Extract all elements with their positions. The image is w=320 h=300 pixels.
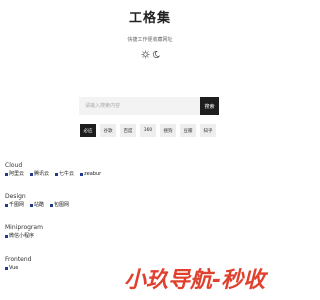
link-section: Frontend Vue [5,256,31,272]
engine-tab[interactable]: 必应 [80,124,96,137]
moon-icon[interactable] [152,50,160,59]
theme-toggle[interactable] [0,50,300,59]
engine-tab[interactable]: 360 [140,124,156,137]
bullet-icon [55,173,58,176]
link-section: Cloud 阿里云 腾讯云 七牛云 zeabur [5,162,101,178]
bullet-icon [5,173,8,176]
site-link[interactable]: 微信小程序 [5,233,34,240]
header: 工格集 快捷工作便收藏网址 [0,10,300,59]
site-link[interactable]: 腾讯云 [30,171,49,178]
site-link-label: Vue [9,265,19,271]
site-link-label: zeabur [84,171,102,177]
engine-tab[interactable]: 搜狗 [160,124,176,137]
svg-text:小玖导航-秒收: 小玖导航-秒收 [124,267,269,293]
site-link-label: 千图网 [9,202,25,208]
site-link-label: 七牛云 [59,171,75,177]
section-links: 阿里云 腾讯云 七牛云 zeabur [5,171,101,178]
search-input[interactable] [79,97,200,115]
site-link-label: 腾讯云 [34,171,50,177]
bullet-icon [30,204,33,207]
bullet-icon [80,173,83,176]
bullet-icon [5,235,8,238]
engine-tab[interactable]: 谷歌 [100,124,116,137]
site-link[interactable]: 七牛云 [55,171,74,178]
site-title: 工格集 [128,11,171,26]
site-link[interactable]: 千图网 [5,202,24,209]
engine-tab[interactable]: 百度 [120,124,136,137]
section-title: Cloud [5,162,23,169]
search-bar: 搜索 [79,97,219,115]
engine-tab[interactable]: 豆瓣 [180,124,196,137]
search-engine-tabs: 必应 谷歌 百度 360 搜狗 豆瓣 知乎 [80,124,216,137]
site-link-label: 微信小程序 [9,233,35,239]
section-title: Miniprogram [5,224,43,231]
section-title: Design [5,193,26,200]
site-link-label: 站酷 [34,202,45,208]
search-button[interactable]: 搜索 [200,97,219,115]
bullet-icon [50,204,53,207]
section-links: 微信小程序 [5,233,43,240]
link-section: Design 千图网 站酷 包图网 [5,193,69,209]
watermark-logo: 小玖导航-秒收 [124,265,300,293]
engine-tab[interactable]: 知乎 [200,124,216,137]
bullet-icon [5,204,8,207]
site-link-label: 阿里云 [9,171,25,177]
sun-icon[interactable] [140,50,150,59]
bullet-icon [30,173,33,176]
section-links: Vue [5,265,31,272]
bullet-icon [5,267,8,270]
site-link[interactable]: 阿里云 [5,171,24,178]
site-link[interactable]: Vue [5,265,18,272]
site-link[interactable]: zeabur [80,171,101,178]
site-link[interactable]: 包图网 [50,202,69,209]
link-section: Miniprogram 微信小程序 [5,224,43,240]
site-link-label: 包图网 [54,202,70,208]
section-title: Frontend [5,256,32,263]
section-links: 千图网 站酷 包图网 [5,202,69,209]
site-link[interactable]: 站酷 [30,202,44,209]
site-subtitle: 快捷工作便收藏网址 [127,37,173,43]
